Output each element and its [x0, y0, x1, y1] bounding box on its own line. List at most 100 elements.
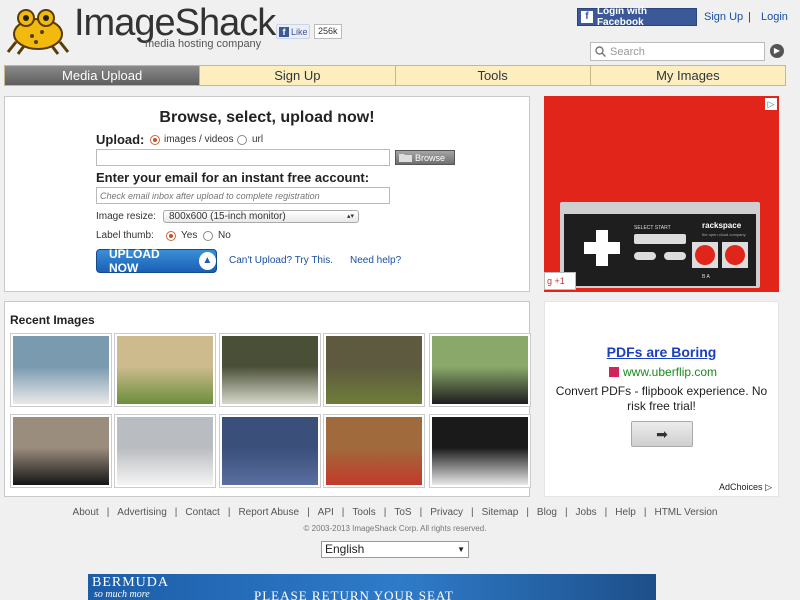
main-nav: Media Upload Sign Up Tools My Images	[4, 65, 786, 86]
footer-separator: |	[383, 507, 387, 518]
need-help-link[interactable]: Need help?	[350, 255, 401, 266]
recent-image-thumb[interactable]	[323, 414, 425, 488]
rackspace-ad[interactable]: ▷ rackspace the open cloud company SELEC…	[544, 96, 779, 292]
footer-link-about[interactable]: About	[73, 507, 99, 518]
google-plus-icon: g	[547, 276, 553, 286]
uberflip-favicon-icon	[609, 367, 619, 377]
ad-info-icon[interactable]: ▷	[765, 98, 777, 110]
footer-separator: |	[604, 507, 608, 518]
browse-label: Browse	[415, 152, 446, 163]
frog-logo-icon[interactable]	[6, 4, 70, 56]
search-go-icon[interactable]: ▶	[770, 44, 784, 58]
footer-link-help[interactable]: Help	[615, 507, 636, 518]
radio-label-thumb-no[interactable]	[203, 231, 213, 241]
email-heading: Enter your email for an instant free acc…	[96, 170, 370, 185]
image-resize-label: Image resize:	[96, 211, 157, 222]
ad-url-link[interactable]: www.uberflip.com	[609, 365, 717, 379]
copyright: © 2003-2013 ImageShack Corp. All rights …	[303, 524, 487, 533]
footer-link-report-abuse[interactable]: Report Abuse	[238, 507, 299, 518]
ad-headline-link[interactable]: PDFs are Boring	[545, 344, 778, 360]
thumb-image	[222, 417, 318, 485]
search-input[interactable]	[610, 45, 750, 58]
ad-description: Convert PDFs - flipbook experience. No r…	[555, 384, 768, 413]
recent-image-thumb[interactable]	[114, 414, 216, 488]
google-plus-one-button[interactable]: g +1	[544, 272, 576, 290]
thumb-image	[222, 336, 318, 404]
footer-link-tos[interactable]: ToS	[394, 507, 411, 518]
recent-image-thumb[interactable]	[10, 333, 112, 407]
banner-line-3: PLEASE RETURN YOUR SEAT	[254, 588, 454, 600]
file-path-input[interactable]	[96, 149, 390, 166]
chevron-down-icon: ▼	[457, 545, 465, 554]
nes-controller-image: rackspace the open cloud company SELECT …	[560, 202, 760, 288]
tab-tools[interactable]: Tools	[394, 66, 590, 85]
tab-media-upload[interactable]: Media Upload	[5, 66, 200, 85]
logo-tagline: media hosting company	[145, 38, 262, 50]
recent-image-thumb[interactable]	[429, 414, 531, 488]
footer-link-blog[interactable]: Blog	[537, 507, 557, 518]
banner-line-2: so much more	[94, 589, 150, 600]
radio-label-thumb-yes[interactable]	[166, 231, 176, 241]
footer-link-api[interactable]: API	[318, 507, 334, 518]
recent-image-thumb[interactable]	[114, 333, 216, 407]
label-thumb-yes-label: Yes	[181, 230, 198, 241]
footer-separator: |	[643, 507, 647, 518]
header-login-link[interactable]: Login	[761, 11, 788, 23]
language-select[interactable]: English ▼	[321, 541, 469, 558]
recent-image-thumb[interactable]	[323, 333, 425, 407]
thumb-image	[13, 417, 109, 485]
language-value: English	[325, 542, 365, 556]
footer-link-sitemap[interactable]: Sitemap	[482, 507, 519, 518]
google-plus-label: +1	[554, 276, 565, 286]
upload-title: Browse, select, upload now!	[159, 109, 375, 126]
upload-now-button[interactable]: UPLOAD NOW ▲	[96, 247, 217, 275]
label-thumb-label: Label thumb:	[96, 230, 154, 241]
fb-like-button[interactable]: f Like	[276, 24, 310, 39]
footer-separator: |	[227, 507, 231, 518]
facebook-icon: f	[581, 11, 593, 23]
tab-sign-up[interactable]: Sign Up	[199, 66, 395, 85]
footer-separator: |	[106, 507, 110, 518]
radio-url[interactable]	[237, 135, 247, 145]
bermuda-banner-ad[interactable]: BERMUDA so much more PLEASE RETURN YOUR …	[88, 574, 656, 600]
footer-separator: |	[564, 507, 568, 518]
thumb-image	[326, 336, 422, 404]
footer-link-contact[interactable]: Contact	[185, 507, 219, 518]
footer-link-jobs[interactable]: Jobs	[576, 507, 597, 518]
tab-my-images[interactable]: My Images	[589, 66, 785, 85]
adchoices-icon: ▷	[765, 482, 772, 492]
footer-separator: |	[307, 507, 310, 518]
browse-button[interactable]: Browse	[395, 150, 455, 165]
footer-link-tools[interactable]: Tools	[352, 507, 375, 518]
radio-images-videos[interactable]	[150, 135, 160, 145]
thumb-image	[117, 336, 213, 404]
footer-link-html-version[interactable]: HTML Version	[654, 507, 717, 518]
header-sign-up-link[interactable]: Sign Up	[704, 11, 743, 23]
folder-icon	[399, 154, 412, 162]
footer-links: About | Advertising | Contact | Report Abuse | A…	[0, 507, 790, 518]
footer-link-privacy[interactable]: Privacy	[430, 507, 463, 518]
ad-go-button[interactable]: ➡	[631, 421, 693, 447]
thumb-image	[13, 336, 109, 404]
cant-upload-link[interactable]: Can't Upload? Try This.	[229, 255, 333, 266]
recent-image-thumb[interactable]	[429, 333, 531, 407]
option-url-label: url	[252, 134, 264, 145]
upload-now-label: UPLOAD NOW	[109, 247, 160, 275]
footer-separator: |	[526, 507, 529, 518]
thumb-image	[326, 417, 422, 485]
recent-image-thumb[interactable]	[219, 333, 321, 407]
nes-controller-face: rackspace the open cloud company SELECT …	[564, 214, 756, 286]
fb-like-label: Like	[291, 26, 308, 37]
footer-separator: |	[419, 507, 423, 518]
recent-image-thumb[interactable]	[10, 414, 112, 488]
email-field[interactable]	[96, 187, 390, 204]
recent-image-thumb[interactable]	[219, 414, 321, 488]
adchoices-link[interactable]: AdChoices ▷	[719, 482, 772, 493]
label-thumb-no-label: No	[218, 230, 231, 241]
thumb-image	[432, 417, 528, 485]
footer-link-advertising[interactable]: Advertising	[117, 507, 166, 518]
facebook-login-button[interactable]: f Login with Facebook	[577, 6, 697, 28]
up-arrow-icon: ▲	[198, 252, 216, 270]
rackspace-brand: rackspace	[702, 221, 742, 230]
image-resize-select[interactable]: 800x600 (15-inch monitor) ▴▾	[163, 210, 359, 223]
